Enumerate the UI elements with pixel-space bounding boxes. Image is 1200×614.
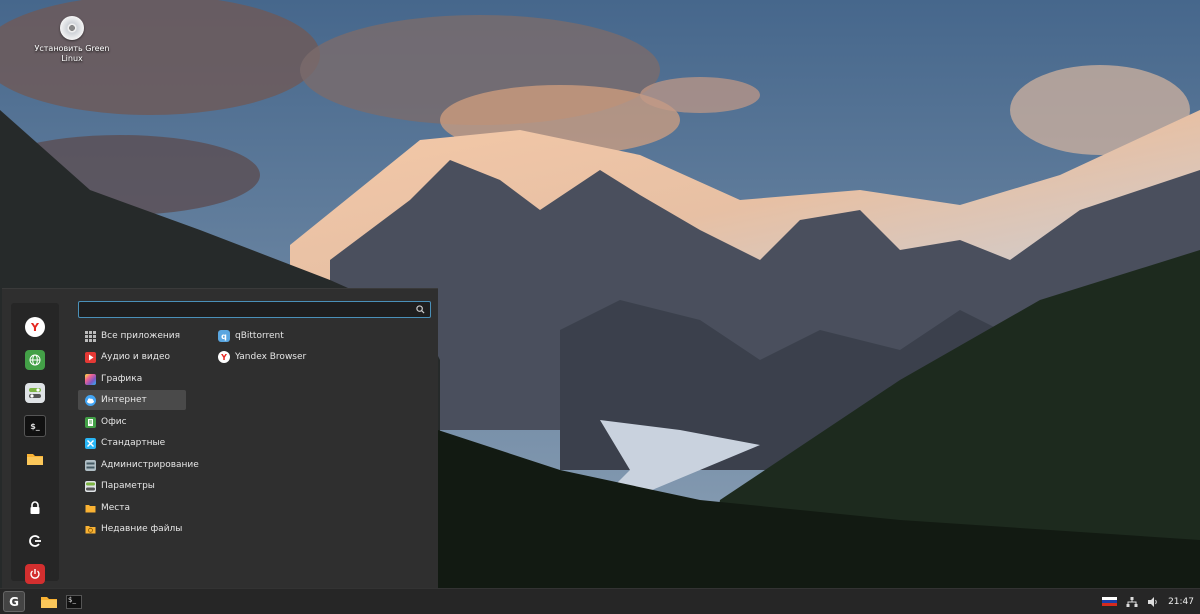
app-yandex-browser[interactable]: Y Yandex Browser bbox=[216, 347, 416, 367]
favorite-settings[interactable] bbox=[23, 381, 47, 405]
taskbar-files[interactable] bbox=[38, 591, 60, 612]
palette-icon bbox=[85, 373, 96, 385]
volume-icon[interactable] bbox=[1147, 596, 1159, 608]
qbittorrent-icon: q bbox=[218, 330, 230, 342]
taskbar-terminal[interactable]: $_ bbox=[64, 591, 84, 612]
power-icon bbox=[25, 564, 45, 584]
desktop-icon-label: Установить Green Linux bbox=[34, 44, 110, 63]
document-icon bbox=[85, 416, 96, 428]
disc-icon bbox=[60, 16, 84, 40]
yandex-browser-icon: Y bbox=[218, 351, 230, 363]
shutdown-button[interactable] bbox=[23, 562, 47, 586]
category-label: Недавние файлы bbox=[101, 524, 183, 534]
favorite-terminal[interactable]: $_ bbox=[23, 414, 47, 438]
clock[interactable]: 21:47 bbox=[1168, 597, 1194, 607]
search-input[interactable] bbox=[83, 303, 413, 316]
cloud-icon bbox=[85, 394, 96, 406]
taskbar: G $_ 21:47 bbox=[0, 588, 1200, 614]
category-label: Аудио и видео bbox=[101, 352, 171, 362]
category-label: Офис bbox=[101, 417, 127, 427]
folder-icon bbox=[85, 503, 96, 514]
category-all-apps[interactable]: Все приложения bbox=[78, 326, 186, 346]
category-graphics[interactable]: Графика bbox=[78, 369, 186, 389]
category-label: Стандартные bbox=[101, 438, 166, 448]
system-tray: 21:47 bbox=[1102, 589, 1194, 614]
lock-icon bbox=[25, 498, 45, 518]
play-icon bbox=[85, 351, 96, 363]
search-icon bbox=[416, 305, 425, 314]
application-menu: Y $_ Все приложения Аудио и видео График… bbox=[2, 288, 438, 589]
favorite-web[interactable] bbox=[23, 348, 47, 372]
category-administration[interactable]: Администрирование bbox=[78, 455, 199, 475]
category-audio-video[interactable]: Аудио и видео bbox=[78, 347, 186, 367]
terminal-icon: $_ bbox=[24, 415, 46, 437]
category-accessories[interactable]: Стандартные bbox=[78, 433, 186, 453]
lock-screen-button[interactable] bbox=[23, 496, 47, 520]
tools-icon bbox=[85, 437, 96, 449]
category-label: Параметры bbox=[101, 481, 155, 491]
app-label: Yandex Browser bbox=[235, 352, 307, 362]
category-label: Интернет bbox=[101, 395, 147, 405]
yandex-browser-icon: Y bbox=[25, 317, 45, 337]
settings-toggle-icon bbox=[25, 383, 45, 403]
category-office[interactable]: Офис bbox=[78, 412, 186, 432]
recent-folder-icon bbox=[85, 524, 96, 535]
favorite-files[interactable] bbox=[23, 447, 47, 471]
menu-button-logo: G bbox=[9, 594, 19, 609]
category-places[interactable]: Места bbox=[78, 498, 186, 518]
folder-icon bbox=[25, 449, 45, 469]
logout-icon bbox=[25, 531, 45, 551]
network-icon[interactable] bbox=[1126, 596, 1138, 608]
admin-icon bbox=[85, 459, 96, 471]
settings-toggle-icon bbox=[85, 480, 96, 492]
category-preferences[interactable]: Параметры bbox=[78, 476, 186, 496]
category-recent-files[interactable]: Недавние файлы bbox=[78, 519, 186, 539]
globe-icon bbox=[25, 350, 45, 370]
category-label: Администрирование bbox=[101, 460, 199, 470]
category-label: Графика bbox=[101, 374, 143, 384]
app-label: qBittorrent bbox=[235, 331, 284, 341]
app-qbittorrent[interactable]: q qBittorrent bbox=[216, 326, 416, 346]
category-internet[interactable]: Интернет bbox=[78, 390, 186, 410]
favorites-sidebar: Y $_ bbox=[11, 303, 59, 584]
category-label: Места bbox=[101, 503, 131, 513]
logout-button[interactable] bbox=[23, 529, 47, 553]
menu-button[interactable]: G bbox=[3, 591, 25, 612]
folder-icon bbox=[41, 596, 57, 608]
terminal-icon: $_ bbox=[66, 594, 82, 609]
menu-search-box[interactable] bbox=[78, 301, 431, 318]
desktop-icon-install[interactable]: Установить Green Linux bbox=[30, 16, 114, 64]
favorite-yandex-browser[interactable]: Y bbox=[23, 315, 47, 339]
category-label: Все приложения bbox=[101, 331, 181, 341]
keyboard-layout-flag[interactable] bbox=[1102, 596, 1118, 607]
grid-icon bbox=[85, 330, 96, 342]
